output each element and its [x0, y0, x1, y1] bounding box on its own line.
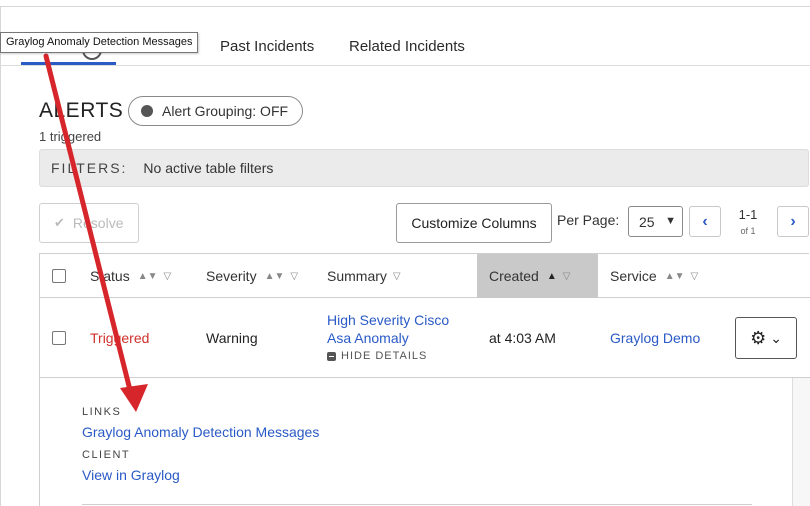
column-summary[interactable]: Summary ▽ — [327, 254, 477, 298]
chevron-down-icon: ▼ — [665, 215, 676, 227]
chevron-down-icon: ⌄ — [770, 329, 782, 346]
select-all-cell — [52, 254, 82, 298]
client-label: CLIENT — [82, 449, 131, 461]
chevron-right-icon: › — [790, 212, 796, 230]
filter-icon[interactable]: ▽ — [164, 271, 172, 282]
active-tab-indicator — [21, 62, 116, 65]
resolve-button[interactable]: ✔ Resolve — [39, 203, 139, 243]
hide-details-toggle[interactable]: HIDE DETAILS — [327, 350, 427, 362]
filter-icon[interactable]: ▽ — [690, 271, 698, 282]
severity-value: Warning — [206, 330, 258, 346]
column-created[interactable]: Created ▲ ▽ — [477, 254, 598, 298]
page-title: ALERTS — [39, 99, 124, 122]
divider — [82, 504, 752, 505]
minus-icon — [327, 351, 336, 361]
column-service-label: Service — [610, 268, 657, 284]
per-page-value: 25 — [639, 213, 655, 230]
alert-grouping-toggle[interactable]: Alert Grouping: OFF — [128, 96, 303, 126]
customize-columns-button[interactable]: Customize Columns — [396, 203, 552, 243]
next-page-button[interactable]: › — [777, 206, 809, 237]
triggered-count: 1 triggered — [39, 129, 102, 144]
filters-label: FILTERS: — [51, 160, 128, 176]
status-dot-icon — [141, 105, 153, 117]
alerts-table: Status ▲▼ ▽ Severity ▲▼ ▽ Summary ▽ Crea… — [39, 253, 810, 506]
summary-link-line1[interactable]: High Severity Cisco — [327, 312, 449, 328]
column-status-label: Status — [90, 268, 130, 284]
row-actions-button[interactable]: ⚙ ⌄ — [735, 317, 797, 359]
row-checkbox[interactable] — [52, 331, 66, 345]
links-value[interactable]: Graylog Anomaly Detection Messages — [82, 424, 319, 440]
service-link[interactable]: Graylog Demo — [610, 330, 700, 346]
filter-icon[interactable]: ▽ — [290, 271, 298, 282]
column-created-label: Created — [489, 268, 539, 284]
filter-icon[interactable]: ▽ — [393, 271, 401, 282]
page-of: of 1 — [740, 226, 756, 236]
sort-icon[interactable]: ▲▼ — [138, 271, 158, 282]
sort-icon[interactable]: ▲▼ — [665, 271, 685, 282]
table-header: Status ▲▼ ▽ Severity ▲▼ ▽ Summary ▽ Crea… — [40, 254, 810, 298]
summary-link-line2[interactable]: Asa Anomaly — [327, 330, 409, 346]
created-value: at 4:03 AM — [489, 330, 556, 346]
gear-icon: ⚙ — [750, 327, 767, 348]
chevron-left-icon: ‹ — [702, 212, 708, 230]
table-row: Triggered Warning High Severity Cisco As… — [40, 298, 810, 378]
details-scrollbar[interactable] — [792, 378, 810, 506]
client-link[interactable]: View in Graylog — [82, 467, 180, 483]
column-severity[interactable]: Severity ▲▼ ▽ — [206, 254, 322, 298]
links-label: LINKS — [82, 406, 122, 418]
tab-past-incidents[interactable]: Past Incidents — [220, 38, 314, 55]
status-badge: Triggered — [90, 330, 150, 346]
per-page-select[interactable]: 25 ▼ — [628, 206, 683, 237]
column-severity-label: Severity — [206, 268, 257, 284]
filter-icon[interactable]: ▽ — [563, 271, 571, 282]
prev-page-button[interactable]: ‹ — [689, 206, 721, 237]
resolve-label: Resolve — [72, 215, 124, 231]
filters-value: No active table filters — [143, 160, 274, 176]
check-icon: ✔ — [54, 215, 65, 230]
per-page-label: Per Page: — [557, 212, 620, 228]
select-all-checkbox[interactable] — [52, 269, 66, 283]
tooltip: Graylog Anomaly Detection Messages — [0, 32, 199, 53]
sort-ascending-icon[interactable]: ▲ — [547, 271, 557, 282]
column-summary-label: Summary — [327, 268, 387, 284]
column-status[interactable]: Status ▲▼ ▽ — [90, 254, 200, 298]
alert-grouping-label: Alert Grouping: OFF — [162, 103, 289, 119]
hide-details-label: HIDE DETAILS — [341, 350, 428, 362]
tab-related-incidents[interactable]: Related Incidents — [349, 38, 465, 55]
sort-icon[interactable]: ▲▼ — [265, 271, 285, 282]
alert-details: LINKS Graylog Anomaly Detection Messages… — [40, 378, 792, 506]
page-range: 1-1 — [738, 207, 758, 222]
column-service[interactable]: Service ▲▼ ▽ — [610, 254, 740, 298]
filters-bar: FILTERS: No active table filters — [39, 149, 809, 187]
